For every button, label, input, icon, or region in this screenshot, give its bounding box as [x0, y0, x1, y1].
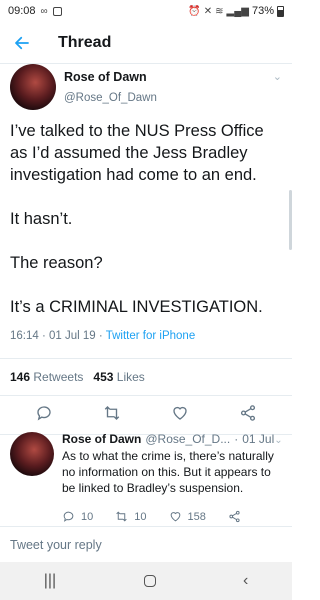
meta-separator: · — [98, 330, 106, 342]
status-bar: 09:08 ∞ ⏰ ✕ ≋ ▂▄▆ 73% — [0, 0, 292, 22]
reply-handle[interactable]: @Rose_Of_D... — [145, 432, 230, 446]
retweets-count: 146 — [10, 370, 31, 384]
battery-percent: 73% — [251, 5, 274, 17]
reply-icon — [63, 511, 74, 522]
battery-icon — [277, 5, 284, 17]
system-back-button[interactable]: ‹ — [243, 572, 248, 590]
tweet-paragraph: I’ve talked to the NUS Press Office as I… — [10, 122, 264, 184]
retweet-button[interactable] — [103, 404, 121, 427]
home-button[interactable] — [143, 575, 156, 587]
author-display-name[interactable]: Rose of Dawn — [64, 70, 157, 84]
likes-count: 453 — [93, 370, 114, 384]
retweet-icon — [116, 511, 127, 522]
mute-icon: ✕ — [203, 5, 213, 17]
reply-header: Rose of Dawn @Rose_Of_D... · 01 Jul ⌄ — [62, 432, 283, 446]
scroll-handle[interactable] — [289, 190, 292, 250]
reply-date-separator: · — [234, 432, 239, 446]
like-button[interactable] — [171, 404, 189, 427]
retweets-label: Retweets — [33, 370, 84, 384]
reply-retweet-button[interactable]: 10 — [115, 510, 147, 523]
reply-share-button[interactable] — [228, 510, 241, 523]
reply-like-button[interactable]: 158 — [169, 510, 206, 523]
reply-body: Rose of Dawn @Rose_Of_D... · 01 Jul ⌄ As… — [62, 432, 283, 523]
tweet-time: 16:14 — [10, 330, 39, 342]
tweet-actions — [0, 395, 292, 435]
meta-separator: · — [41, 330, 50, 342]
reply-icon — [37, 405, 51, 420]
arrow-left-icon — [15, 36, 29, 49]
signal-icon: ▂▄▆ — [226, 5, 249, 17]
system-nav-bar: ||| ‹ — [0, 562, 292, 600]
avatar[interactable] — [10, 64, 56, 110]
compose-placeholder: Tweet your reply — [10, 537, 102, 552]
reply-retweets-count: 10 — [134, 510, 147, 523]
tweet-source-link[interactable]: Twitter for iPhone — [106, 330, 195, 342]
heart-icon — [170, 512, 180, 522]
status-time: 09:08 — [8, 5, 36, 17]
avatar[interactable] — [10, 432, 54, 476]
retweet-icon — [104, 405, 120, 420]
likes-label: Likes — [116, 370, 145, 384]
alarm-icon: ⏰ — [188, 5, 201, 17]
reply-display-name[interactable]: Rose of Dawn — [62, 432, 141, 446]
reply-tweet[interactable]: Rose of Dawn @Rose_Of_D... · 01 Jul ⌄ As… — [0, 432, 292, 523]
chevron-down-icon[interactable]: ⌄ — [274, 435, 282, 446]
tweet-paragraph: It’s a CRIMINAL INVESTIGATION. — [10, 298, 263, 316]
share-button[interactable] — [239, 404, 257, 427]
share-icon — [229, 510, 240, 523]
back-button[interactable] — [0, 22, 44, 64]
reply-date: 01 Jul — [242, 432, 275, 446]
app-bar: Thread — [0, 22, 292, 64]
reply-button[interactable] — [35, 404, 53, 427]
voicemail-icon: ∞ — [40, 5, 48, 17]
author-handle[interactable]: @Rose_Of_Dawn — [64, 92, 157, 104]
wifi-icon: ≋ — [215, 5, 224, 17]
reply-actions: 10 10 158 — [62, 510, 283, 523]
retweets-stat[interactable]: 146 Retweets — [10, 370, 83, 384]
tweet-meta: 16:14 · 01 Jul 19 · Twitter for iPhone — [0, 330, 292, 342]
reply-text: As to what the crime is, there’s natural… — [62, 449, 274, 495]
tweet-text: I’ve talked to the NUS Press Office as I… — [0, 120, 292, 318]
notification-icon — [52, 6, 62, 16]
reply-likes-count: 158 — [187, 510, 206, 523]
reply-replies-count: 10 — [81, 510, 94, 523]
compose-reply-field[interactable]: Tweet your reply — [0, 526, 292, 562]
heart-icon — [173, 406, 187, 420]
reply-reply-button[interactable]: 10 — [62, 510, 93, 523]
tweet-stats: 146 Retweets 453 Likes — [0, 359, 292, 395]
main-tweet: Rose of Dawn @Rose_Of_Dawn ⌄ I’ve talked… — [0, 64, 292, 435]
share-icon — [240, 404, 256, 421]
likes-stat[interactable]: 453 Likes — [93, 370, 144, 384]
recent-apps-button[interactable]: ||| — [44, 572, 56, 590]
page-title: Thread — [58, 33, 112, 51]
author-names: Rose of Dawn @Rose_Of_Dawn — [64, 70, 157, 104]
tweet-date: 01 Jul 19 — [49, 330, 96, 342]
tweet-paragraph: It hasn’t. — [10, 210, 73, 228]
chevron-down-icon[interactable]: ⌄ — [273, 70, 282, 83]
tweet-author-row: Rose of Dawn @Rose_Of_Dawn ⌄ — [0, 64, 292, 110]
tweet-paragraph: The reason? — [10, 254, 103, 272]
